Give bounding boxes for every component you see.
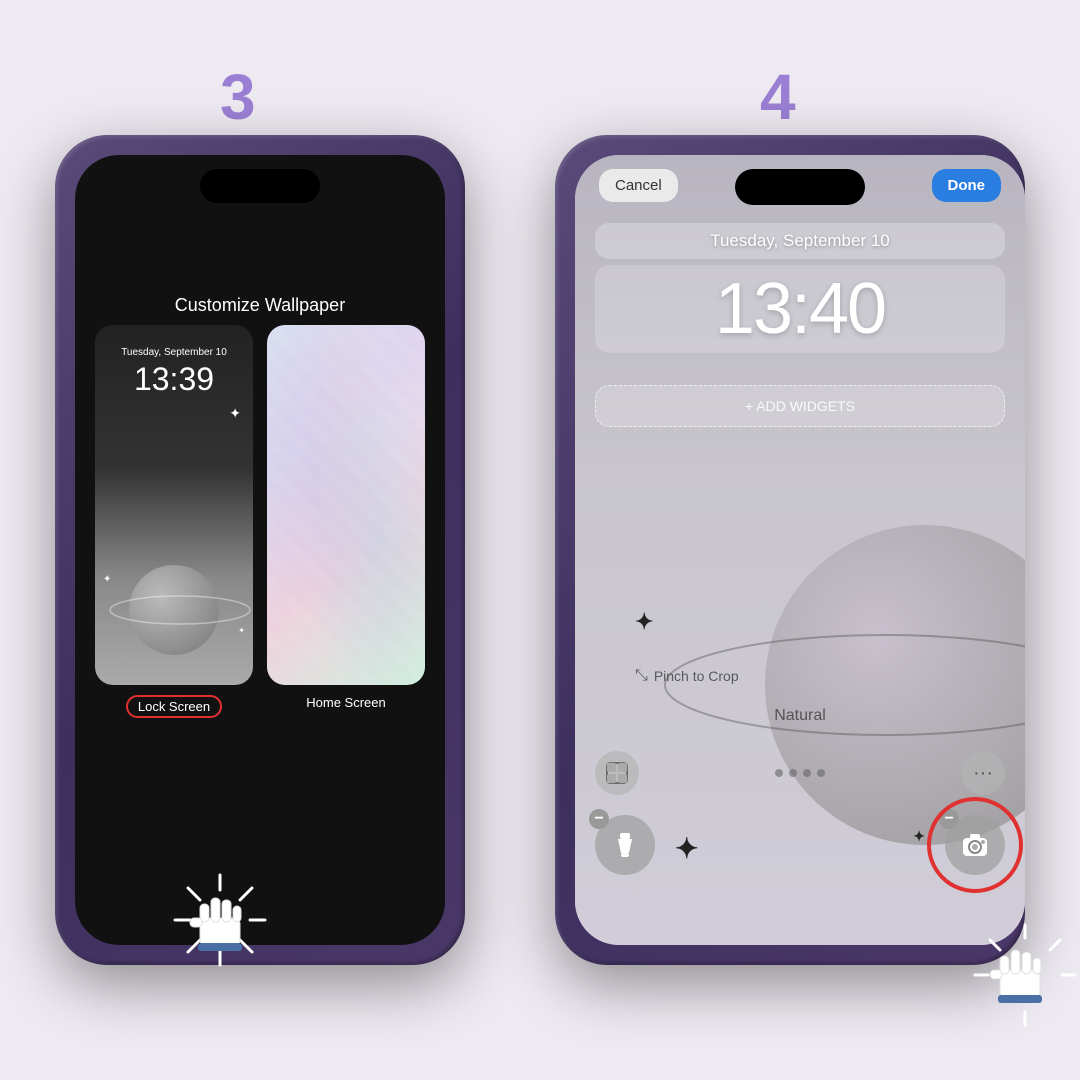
flashlight-remove-badge[interactable]: − xyxy=(589,809,609,829)
gallery-icon xyxy=(606,762,628,784)
wallpaper-option-labels: Lock Screen Home Screen xyxy=(95,695,425,718)
customize-wallpaper-title: Customize Wallpaper xyxy=(75,295,445,316)
phone2-screen: ✦ ✦ ✦ Cancel Done Tuesday, September 10 … xyxy=(575,155,1025,945)
step4-number: 4 xyxy=(760,60,796,134)
natural-label: Natural xyxy=(575,707,1025,725)
flashlight-icon xyxy=(611,831,639,859)
phone2-date: Tuesday, September 10 xyxy=(611,231,989,251)
page-dot-2 xyxy=(789,769,797,777)
phone2-corner-buttons: − − xyxy=(595,815,1005,875)
lock-screen-badge: Lock Screen xyxy=(126,695,222,718)
hand-svg-phone2 xyxy=(970,920,1080,1030)
pinch-to-crop-label: ⤡ Pinch to Crop xyxy=(635,667,739,685)
phone2-time: 13:40 xyxy=(611,273,989,345)
crop-icon: ⤡ xyxy=(635,667,648,685)
phone2-date-area: Tuesday, September 10 xyxy=(595,223,1005,259)
add-widgets-area[interactable]: + ADD WIDGETS xyxy=(595,385,1005,427)
cancel-button[interactable]: Cancel xyxy=(599,169,678,202)
pinch-to-crop-text: Pinch to Crop xyxy=(654,668,739,684)
star1: ✦ xyxy=(229,405,241,422)
phone2-bottom-bar: ··· xyxy=(595,751,1005,795)
add-widgets-text: + ADD WIDGETS xyxy=(608,398,992,414)
lock-screen-mini-date: Tuesday, September 10 xyxy=(103,347,245,358)
more-dots-icon: ··· xyxy=(973,762,993,785)
page-dot-3 xyxy=(803,769,811,777)
hand-cursor-phone2 xyxy=(970,920,1080,1035)
phone2-star1: ✦ xyxy=(635,609,653,635)
step3-number: 3 xyxy=(220,60,256,134)
wallpaper-options-container: Tuesday, September 10 13:39 ✦ ✦ ✦ xyxy=(95,325,425,685)
star3: ✦ xyxy=(238,626,245,635)
home-screen-wallpaper-option[interactable] xyxy=(267,325,425,685)
phone1-screen: Customize Wallpaper Tuesday, September 1… xyxy=(75,155,445,945)
flashlight-button[interactable]: − xyxy=(595,815,655,875)
photo-gallery-button[interactable] xyxy=(595,751,639,795)
camera-highlight-ring xyxy=(927,797,1023,893)
phone2-header: Cancel Done xyxy=(575,169,1025,202)
lock-screen-mini-time: 13:39 xyxy=(95,361,253,398)
star2: ✦ xyxy=(103,574,111,585)
home-screen-option-label: Home Screen xyxy=(267,695,425,718)
camera-button-container: − xyxy=(945,815,1005,875)
page-dot-4 xyxy=(817,769,825,777)
phone2-time-area: 13:40 xyxy=(595,265,1005,353)
hand-cursor-phone1 xyxy=(170,870,270,975)
done-button[interactable]: Done xyxy=(932,169,1002,202)
phone1-dynamic-island xyxy=(200,169,320,203)
page-dot-1 xyxy=(775,769,783,777)
lock-screen-wallpaper-option[interactable]: Tuesday, September 10 13:39 ✦ ✦ ✦ xyxy=(95,325,253,685)
page-indicator xyxy=(775,769,825,777)
lock-screen-ring xyxy=(105,590,253,630)
sparkle-lines-phone1 xyxy=(170,870,270,970)
more-options-button[interactable]: ··· xyxy=(961,751,1005,795)
home-wallpaper-iridescent xyxy=(267,325,425,685)
phone2-planet-ring xyxy=(645,625,1025,745)
lock-screen-option-label: Lock Screen xyxy=(95,695,253,718)
